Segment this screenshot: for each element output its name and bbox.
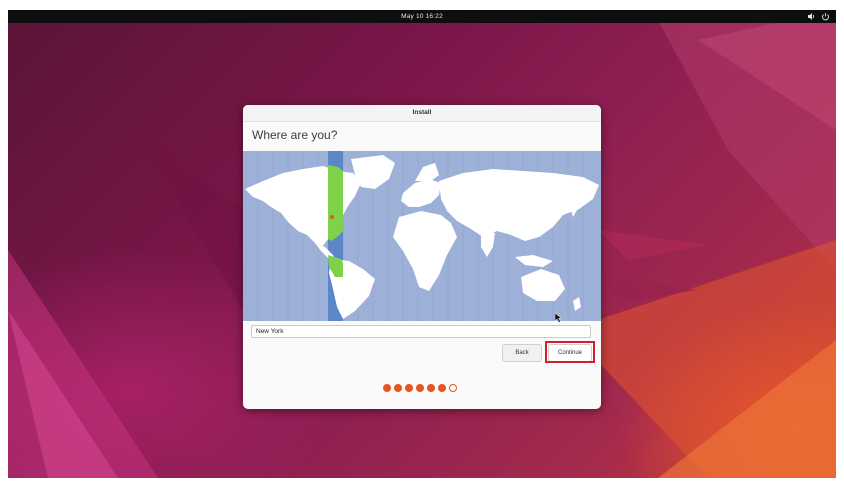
progress-dot-current xyxy=(449,384,457,392)
continue-button[interactable]: Continue xyxy=(548,344,592,362)
page-title: Where are you? xyxy=(252,128,338,142)
progress-dot xyxy=(383,384,391,392)
desktop: May 10 16:22 Install Where are you? New … xyxy=(8,10,836,478)
progress-dot xyxy=(405,384,413,392)
selected-region xyxy=(328,165,343,277)
progress-dot xyxy=(416,384,424,392)
system-tray[interactable] xyxy=(807,12,830,21)
progress-dot xyxy=(438,384,446,392)
progress-indicator xyxy=(383,384,457,392)
volume-icon[interactable] xyxy=(807,12,816,21)
back-button[interactable]: Back xyxy=(502,344,542,362)
clock[interactable]: May 10 16:22 xyxy=(8,10,836,23)
progress-dot xyxy=(394,384,402,392)
installer-window: Install Where are you? New York Back Con… xyxy=(243,105,601,409)
window-title: Install xyxy=(243,105,601,122)
timezone-input[interactable] xyxy=(251,325,591,338)
location-marker-icon xyxy=(330,215,334,219)
mouse-pointer-icon xyxy=(555,313,563,323)
top-bar: May 10 16:22 xyxy=(8,10,836,23)
power-icon[interactable] xyxy=(821,12,830,21)
progress-dot xyxy=(427,384,435,392)
timezone-map[interactable] xyxy=(243,151,601,321)
